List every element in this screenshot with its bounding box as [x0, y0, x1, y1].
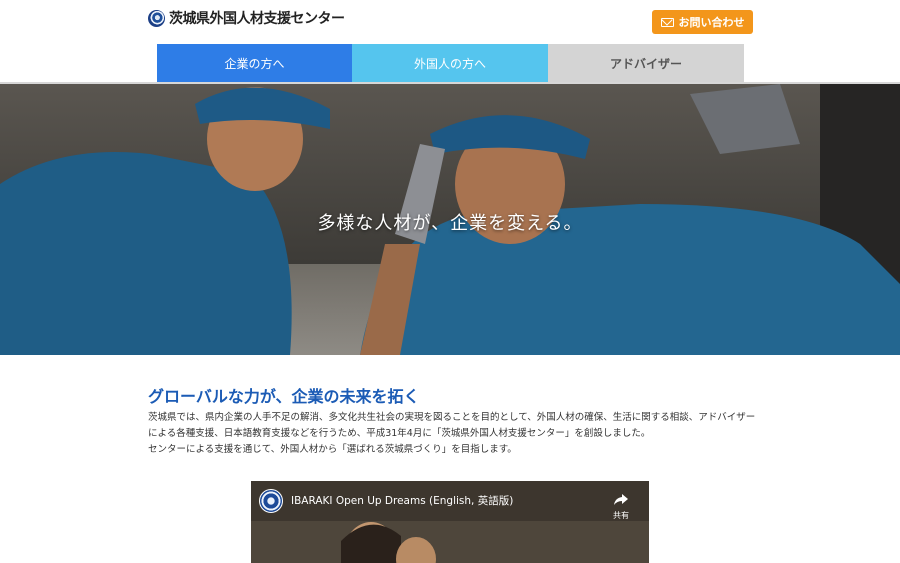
share-button[interactable]: 共有: [607, 491, 635, 521]
channel-logo-icon: [259, 489, 283, 513]
intro-text: 茨城県では、県内企業の人手不足の解消、多文化共生社会の実現を図ることを目的として…: [148, 410, 758, 458]
intro-paragraph: 茨城県では、県内企業の人手不足の解消、多文化共生社会の実現を図ることを目的として…: [148, 412, 756, 439]
tab-companies[interactable]: 企業の方へ: [157, 44, 352, 82]
share-label: 共有: [613, 511, 629, 520]
hero-banner: 多様な人材が、企業を変える。: [0, 84, 900, 355]
video-title[interactable]: IBARAKI Open Up Dreams (English, 英語版): [291, 493, 513, 508]
site-logo[interactable]: 茨城県外国人材支援センター: [148, 8, 345, 28]
tab-advisor[interactable]: アドバイザー: [548, 44, 744, 82]
share-icon: [614, 494, 628, 505]
mail-icon: [660, 17, 674, 27]
logo-mark-icon: [148, 9, 165, 27]
tab-foreigners[interactable]: 外国人の方へ: [352, 44, 548, 82]
site-header: 茨城県外国人材支援センター お問い合わせ 企業の方へ 外国人の方へ アドバイザー: [0, 0, 900, 84]
site-title: 茨城県外国人材支援センター: [169, 11, 345, 27]
main-nav: 企業の方へ 外国人の方へ アドバイザー: [157, 44, 744, 82]
section-title: グローバルな力が、企業の未来を拓く: [148, 387, 420, 406]
video-player[interactable]: IBARAKI Open Up Dreams (English, 英語版): [251, 481, 649, 563]
hero-tagline: 多様な人材が、企業を変える。: [317, 213, 583, 234]
intro-paragraph: センターによる支援を通じて、外国人材から「選ばれる茨城県づくり」を目指します。: [148, 444, 517, 455]
contact-button[interactable]: お問い合わせ: [652, 10, 753, 34]
contact-button-label: お問い合わせ: [678, 16, 745, 29]
